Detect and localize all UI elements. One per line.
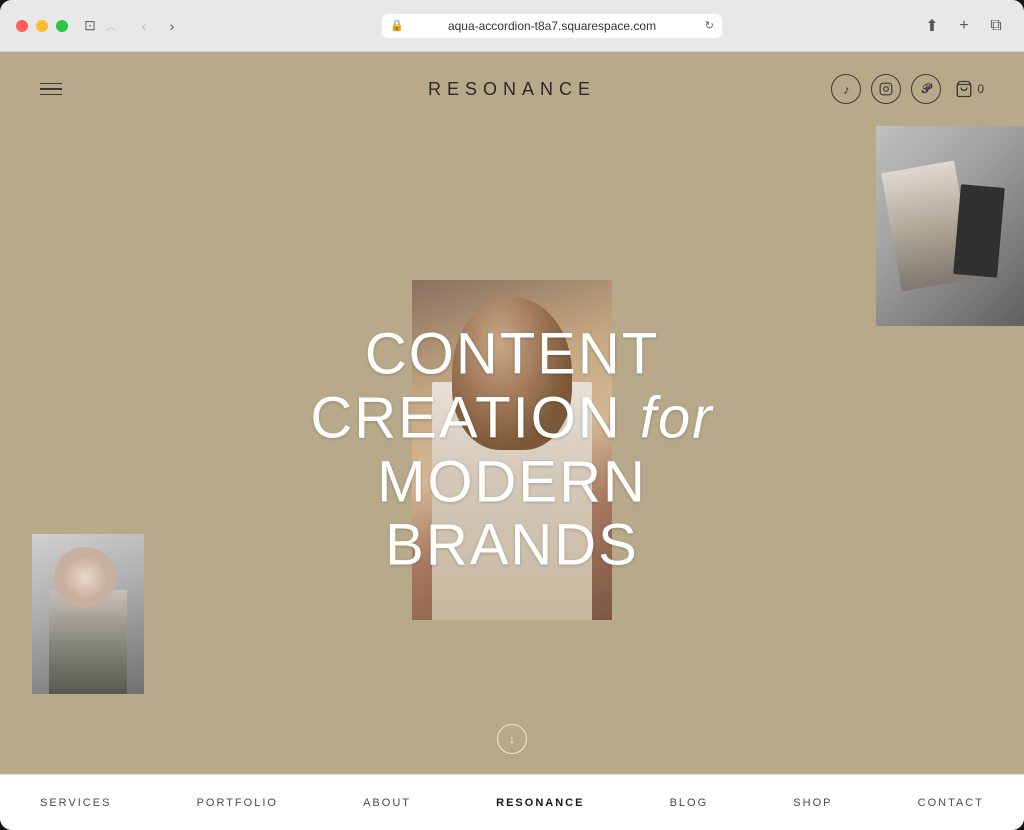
refresh-icon[interactable]: ↻ bbox=[705, 19, 714, 32]
title-bar: ⊡ ︿ ‹ › 🔒 ↻ ⬆ + ⧉ bbox=[0, 0, 1024, 52]
lock-icon: 🔒 bbox=[390, 19, 404, 32]
nav-item-portfolio[interactable]: PORTFOLIO bbox=[197, 789, 278, 817]
mac-window: ⊡ ︿ ‹ › 🔒 ↻ ⬆ + ⧉ bbox=[0, 0, 1024, 830]
hamburger-line-2 bbox=[40, 88, 62, 90]
hamburger-line-3 bbox=[40, 94, 62, 96]
instagram-icon[interactable] bbox=[871, 74, 901, 104]
url-input[interactable] bbox=[382, 14, 722, 38]
scroll-down-button[interactable]: ↓ bbox=[497, 724, 527, 754]
duplicate-button[interactable]: ⧉ bbox=[984, 14, 1008, 38]
forward-button[interactable]: › bbox=[160, 14, 184, 38]
right-image-content bbox=[876, 126, 1024, 326]
tab-icon[interactable]: ⊡ bbox=[80, 16, 100, 36]
close-button[interactable] bbox=[16, 20, 28, 32]
site-header: RESONANCE ♪ 𝒫 bbox=[0, 52, 1024, 126]
site-logo[interactable]: RESONANCE bbox=[428, 79, 596, 100]
left-image-content bbox=[32, 534, 144, 694]
nav-item-resonance[interactable]: RESONANCE bbox=[496, 789, 584, 817]
hamburger-line-1 bbox=[40, 83, 62, 85]
hero-italic: for bbox=[640, 385, 714, 450]
nav-item-services[interactable]: SERVICES bbox=[40, 789, 111, 817]
left-image bbox=[32, 534, 144, 694]
toolbar-actions: ⬆ + ⧉ bbox=[920, 14, 1008, 38]
bottom-nav: SERVICES PORTFOLIO ABOUT RESONANCE BLOG … bbox=[0, 774, 1024, 830]
pinterest-icon[interactable]: 𝒫 bbox=[911, 74, 941, 104]
website: RESONANCE ♪ 𝒫 bbox=[0, 52, 1024, 830]
cart-count: 0 bbox=[977, 82, 984, 96]
right-image bbox=[876, 126, 1024, 326]
hero-line3: MODERN BRANDS bbox=[377, 449, 647, 578]
nav-item-blog[interactable]: BLOG bbox=[670, 789, 709, 817]
maximize-button[interactable] bbox=[56, 20, 68, 32]
nav-item-shop[interactable]: SHOP bbox=[793, 789, 832, 817]
traffic-lights bbox=[16, 20, 68, 32]
nav-item-contact[interactable]: CONTACT bbox=[918, 789, 984, 817]
hero-line1: CONTENT bbox=[365, 321, 659, 386]
new-tab-button[interactable]: + bbox=[952, 14, 976, 38]
hero-line2: CREATION bbox=[310, 385, 621, 450]
address-bar: 🔒 ↻ bbox=[184, 14, 920, 38]
scroll-arrow-icon: ↓ bbox=[509, 732, 515, 746]
tiktok-icon[interactable]: ♪ bbox=[831, 74, 861, 104]
share-button[interactable]: ⬆ bbox=[920, 14, 944, 38]
back-button[interactable]: ‹ bbox=[132, 14, 156, 38]
cart-button[interactable]: 0 bbox=[955, 80, 984, 98]
browser-content: RESONANCE ♪ 𝒫 bbox=[0, 52, 1024, 830]
nav-buttons: ‹ › bbox=[132, 14, 184, 38]
minimize-button[interactable] bbox=[36, 20, 48, 32]
hero-section: CONTENT CREATION for MODERN BRANDS ↓ bbox=[0, 126, 1024, 774]
header-right: ♪ 𝒫 bbox=[831, 74, 984, 104]
hero-headline: CONTENT CREATION for MODERN BRANDS bbox=[256, 322, 768, 577]
tab-controls: ⊡ ︿ bbox=[80, 16, 116, 36]
hero-text: CONTENT CREATION for MODERN BRANDS bbox=[256, 322, 768, 577]
hamburger-menu[interactable] bbox=[40, 83, 62, 96]
nav-item-about[interactable]: ABOUT bbox=[363, 789, 411, 817]
